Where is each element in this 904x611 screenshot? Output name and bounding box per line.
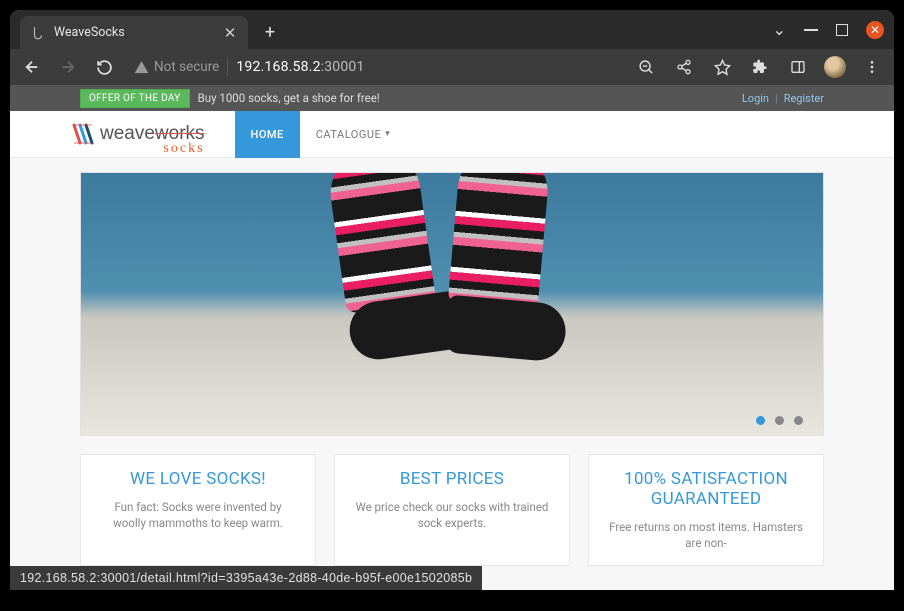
carousel-dot-1[interactable] [756, 416, 765, 425]
address-separator [227, 58, 228, 76]
tab-favicon [30, 25, 46, 41]
window-close-button[interactable]: ✕ [866, 21, 884, 39]
menu-icon[interactable] [860, 55, 884, 79]
extensions-icon[interactable] [748, 55, 772, 79]
toolbar-right [634, 55, 884, 79]
browser-tab[interactable]: WeaveSocks ✕ [20, 16, 248, 49]
tab-bar: WeaveSocks ✕ + ⌄ ✕ [10, 10, 894, 49]
minimize-button[interactable] [804, 29, 818, 31]
back-button[interactable] [20, 55, 44, 79]
promo-body: Fun fact: Socks were invented by woolly … [97, 499, 299, 531]
promo-card-1[interactable]: WE LOVE SOCKS! Fun fact: Socks were inve… [80, 454, 316, 566]
offer-text: Buy 1000 socks, get a shoe for free! [198, 91, 380, 105]
window-controls: ⌄ ✕ [773, 10, 884, 49]
page-viewport[interactable]: OFFER OF THE DAY Buy 1000 socks, get a s… [10, 85, 894, 590]
nav-catalogue[interactable]: CATALOGUE ▾ [300, 111, 407, 158]
promo-title: BEST PRICES [351, 469, 553, 489]
browser-window: WeaveSocks ✕ + ⌄ ✕ Not secure [10, 10, 894, 590]
share-icon[interactable] [672, 55, 696, 79]
hero-image [441, 172, 562, 391]
offer-left: OFFER OF THE DAY Buy 1000 socks, get a s… [80, 89, 380, 108]
reload-button[interactable] [92, 55, 116, 79]
address-url: 192.168.58.2:30001 [236, 59, 364, 75]
register-link[interactable]: Register [784, 92, 824, 105]
security-label: Not secure [154, 59, 219, 75]
security-warning[interactable]: Not secure [134, 59, 219, 75]
profile-avatar[interactable] [824, 56, 846, 78]
forward-button [56, 55, 80, 79]
close-tab-icon[interactable]: ✕ [222, 25, 238, 41]
login-link[interactable]: Login [742, 92, 769, 105]
logo[interactable]: weaveworks socks [70, 121, 205, 147]
nav-menu: HOME CATALOGUE ▾ [235, 111, 407, 158]
tab-title: WeaveSocks [54, 25, 214, 40]
address-bar[interactable]: Not secure 192.168.58.2:30001 [128, 53, 614, 81]
logo-subtext: socks [163, 141, 204, 157]
carousel-dot-2[interactable] [775, 416, 784, 425]
carousel-dot-3[interactable] [794, 416, 803, 425]
promo-body: We price check our socks with trained so… [351, 499, 553, 531]
promo-card-2[interactable]: BEST PRICES We price check our socks wit… [334, 454, 570, 566]
offer-bar: OFFER OF THE DAY Buy 1000 socks, get a s… [10, 85, 894, 111]
maximize-button[interactable] [836, 24, 848, 36]
caret-down-icon: ▾ [385, 129, 390, 139]
new-tab-button[interactable]: + [256, 18, 284, 46]
offer-right: Login | Register [742, 92, 824, 105]
logo-text: weaveworks socks [100, 123, 205, 145]
offer-badge: OFFER OF THE DAY [80, 89, 190, 108]
nav-home[interactable]: HOME [235, 111, 300, 158]
promo-title: 100% SATISFACTION GUARANTEED [605, 469, 807, 509]
carousel-dots [756, 416, 803, 425]
promo-row: WE LOVE SOCKS! Fun fact: Socks were inve… [80, 454, 824, 566]
hero-image [325, 172, 457, 393]
top-sep: | [775, 92, 778, 105]
promo-body: Free returns on most items. Hamsters are… [605, 519, 807, 551]
chevron-down-icon[interactable]: ⌄ [773, 20, 786, 39]
zoom-out-icon[interactable] [634, 55, 658, 79]
main-navbar: weaveworks socks HOME CATALOGUE ▾ [10, 111, 894, 158]
hero-carousel[interactable] [80, 172, 824, 436]
browser-toolbar: Not secure 192.168.58.2:30001 [10, 49, 894, 85]
warning-icon [134, 60, 149, 75]
promo-title: WE LOVE SOCKS! [97, 469, 299, 489]
side-panel-icon[interactable] [786, 55, 810, 79]
bookmark-star-icon[interactable] [710, 55, 734, 79]
logo-mark-icon [70, 121, 96, 147]
browser-status-bar: 192.168.58.2:30001/detail.html?id=3395a4… [10, 566, 482, 590]
promo-card-3[interactable]: 100% SATISFACTION GUARANTEED Free return… [588, 454, 824, 566]
